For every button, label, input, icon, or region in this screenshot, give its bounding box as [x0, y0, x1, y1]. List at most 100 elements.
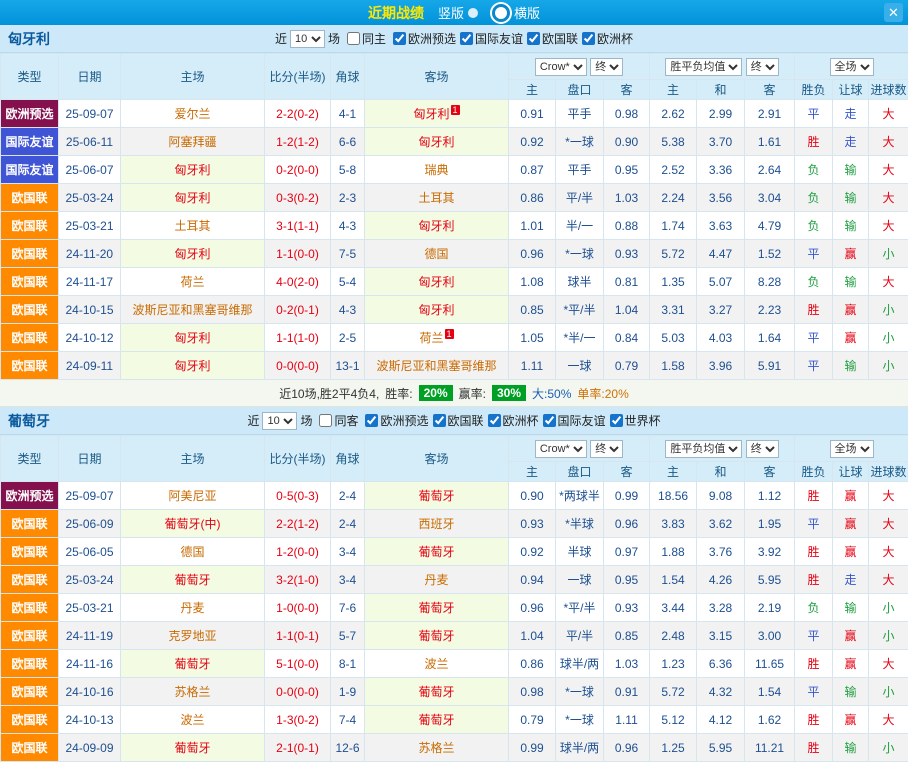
competition-filter[interactable]: 欧国联 [523, 30, 578, 47]
wdl-result: 胜 [795, 538, 833, 566]
away-team[interactable]: 瑞典 [365, 156, 509, 184]
competition-checkbox[interactable] [582, 32, 595, 45]
competition-checkbox[interactable] [460, 32, 473, 45]
same-side-checkbox[interactable] [347, 32, 360, 45]
layout-radio-vertical[interactable]: 竖版 [438, 3, 478, 22]
ah-stage-select[interactable]: 终 [590, 440, 623, 458]
eu-draw-odds: 4.32 [697, 678, 745, 706]
away-team[interactable]: 葡萄牙 [365, 706, 509, 734]
home-team[interactable]: 葡萄牙 [121, 650, 265, 678]
away-team[interactable]: 土耳其 [365, 184, 509, 212]
recent-count-select[interactable]: 10 [262, 412, 297, 430]
same-side-checkbox[interactable] [319, 414, 332, 427]
home-team[interactable]: 匈牙利 [121, 352, 265, 380]
avg-odds-select[interactable]: 胜平负均值 [665, 440, 742, 458]
home-team[interactable]: 匈牙利 [121, 184, 265, 212]
competition-filter[interactable]: 欧洲预选 [389, 30, 456, 47]
home-team[interactable]: 葡萄牙(中) [121, 510, 265, 538]
away-team[interactable]: 波斯尼亚和黑塞哥维那 [365, 352, 509, 380]
home-team[interactable]: 德国 [121, 538, 265, 566]
competition-checkbox[interactable] [433, 414, 446, 427]
competition-filter[interactable]: 国际友谊 [456, 30, 523, 47]
radio-vertical-label: 竖版 [438, 3, 464, 22]
ah-home-odds: 0.85 [509, 296, 556, 324]
away-team[interactable]: 葡萄牙 [365, 622, 509, 650]
handicap-result: 赢 [833, 510, 869, 538]
home-team[interactable]: 阿美尼亚 [121, 482, 265, 510]
home-team[interactable]: 土耳其 [121, 212, 265, 240]
competition-badge: 欧国联 [1, 510, 59, 538]
home-team[interactable]: 荷兰 [121, 268, 265, 296]
competition-filter-list: 欧洲预选欧国联欧洲杯国际友谊世界杯 [361, 412, 660, 430]
same-side-label: 同主 [362, 30, 386, 47]
radio-selected-icon[interactable] [492, 4, 510, 22]
team-label: 荷兰 [419, 331, 443, 345]
ah-stage-select[interactable]: 终 [590, 58, 623, 76]
home-team[interactable]: 爱尔兰 [121, 100, 265, 128]
competition-checkbox[interactable] [610, 414, 623, 427]
team-label: 葡萄牙 [418, 545, 454, 559]
same-side-filter[interactable]: 同客 [315, 412, 358, 429]
away-team[interactable]: 葡萄牙 [365, 538, 509, 566]
result-group: 全场 [795, 436, 908, 462]
home-team[interactable]: 苏格兰 [121, 678, 265, 706]
home-team[interactable]: 克罗地亚 [121, 622, 265, 650]
home-team[interactable]: 波斯尼亚和黑塞哥维那 [121, 296, 265, 324]
home-team[interactable]: 匈牙利 [121, 156, 265, 184]
away-team[interactable]: 荷兰1 [365, 324, 509, 352]
home-team[interactable]: 匈牙利 [121, 324, 265, 352]
scope-select[interactable]: 全场 [830, 440, 874, 458]
same-side-filter[interactable]: 同主 [343, 30, 386, 47]
layout-radio-horizontal[interactable]: 横版 [492, 3, 540, 22]
away-team[interactable]: 丹麦 [365, 566, 509, 594]
away-team[interactable]: 匈牙利 [365, 128, 509, 156]
away-team[interactable]: 匈牙利 [365, 268, 509, 296]
home-team[interactable]: 葡萄牙 [121, 734, 265, 762]
close-icon[interactable]: ✕ [884, 3, 903, 22]
competition-checkbox[interactable] [488, 414, 501, 427]
competition-checkbox[interactable] [527, 32, 540, 45]
competition-filter[interactable]: 世界杯 [606, 412, 661, 429]
competition-filter[interactable]: 欧洲杯 [484, 412, 539, 429]
competition-checkbox[interactable] [543, 414, 556, 427]
radio-unselected-icon[interactable] [468, 8, 478, 18]
away-team[interactable]: 葡萄牙 [365, 678, 509, 706]
away-team[interactable]: 德国 [365, 240, 509, 268]
away-team[interactable]: 葡萄牙 [365, 482, 509, 510]
wdl-result: 平 [795, 678, 833, 706]
bookmaker-select[interactable]: Crow* [535, 440, 587, 458]
competition-filter[interactable]: 欧洲预选 [361, 412, 428, 429]
scope-select[interactable]: 全场 [830, 58, 874, 76]
competition-filter[interactable]: 欧国联 [429, 412, 484, 429]
away-team[interactable]: 苏格兰 [365, 734, 509, 762]
away-team[interactable]: 匈牙利 [365, 212, 509, 240]
match-date: 25-06-07 [59, 156, 121, 184]
col-ah-away: 客 [604, 462, 650, 482]
competition-filter[interactable]: 欧洲杯 [578, 30, 633, 47]
home-team[interactable]: 匈牙利 [121, 240, 265, 268]
eu-away-odds: 4.79 [745, 212, 795, 240]
home-team[interactable]: 阿塞拜疆 [121, 128, 265, 156]
home-team[interactable]: 丹麦 [121, 594, 265, 622]
competition-checkbox[interactable] [393, 32, 406, 45]
competition-filter[interactable]: 国际友谊 [539, 412, 606, 429]
home-team[interactable]: 波兰 [121, 706, 265, 734]
over-rate: 大:50% [532, 385, 571, 402]
team-label: 丹麦 [424, 573, 448, 587]
eu-stage-select[interactable]: 终 [746, 58, 779, 76]
recent-count-select[interactable]: 10 [290, 30, 325, 48]
away-team[interactable]: 葡萄牙 [365, 594, 509, 622]
avg-odds-select[interactable]: 胜平负均值 [665, 58, 742, 76]
home-team[interactable]: 葡萄牙 [121, 566, 265, 594]
ah-home-odds: 1.04 [509, 622, 556, 650]
away-team[interactable]: 西班牙 [365, 510, 509, 538]
radio-horizontal-label: 横版 [514, 3, 540, 22]
bookmaker-select[interactable]: Crow* [535, 58, 587, 76]
competition-checkbox[interactable] [365, 414, 378, 427]
eu-stage-select[interactable]: 终 [746, 440, 779, 458]
ah-away-odds: 0.96 [604, 510, 650, 538]
away-team[interactable]: 波兰 [365, 650, 509, 678]
away-team[interactable]: 匈牙利1 [365, 100, 509, 128]
away-team[interactable]: 匈牙利 [365, 296, 509, 324]
team-label: 匈牙利 [174, 247, 210, 261]
